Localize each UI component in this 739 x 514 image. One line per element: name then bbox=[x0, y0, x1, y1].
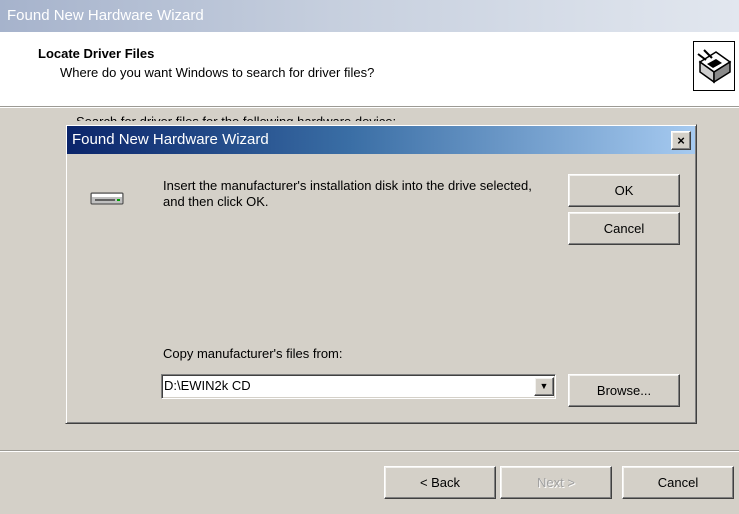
close-icon: × bbox=[677, 133, 685, 148]
browse-button-label: Browse... bbox=[596, 383, 652, 398]
close-button[interactable]: × bbox=[671, 131, 691, 150]
path-dropdown-button[interactable]: ▼ bbox=[534, 377, 554, 396]
chevron-down-icon: ▼ bbox=[539, 381, 549, 391]
dialog-title: Found New Hardware Wizard bbox=[72, 131, 269, 148]
next-button-label: Next > bbox=[537, 475, 575, 490]
dialog-title-bar[interactable]: Found New Hardware Wizard bbox=[67, 126, 695, 154]
browse-button[interactable]: Browse... bbox=[568, 374, 680, 407]
footer-separator bbox=[0, 450, 739, 452]
wizard-cancel-label: Cancel bbox=[657, 475, 699, 490]
ok-button[interactable]: OK bbox=[568, 174, 680, 207]
wizard-subheading: Where do you want Windows to search for … bbox=[60, 65, 375, 80]
insert-disk-message: Insert the manufacturer's installation d… bbox=[163, 178, 532, 209]
outer-title-bar[interactable]: Found New Hardware Wizard bbox=[0, 0, 739, 32]
dialog-cancel-button[interactable]: Cancel bbox=[568, 212, 680, 245]
outer-window-title: Found New Hardware Wizard bbox=[7, 7, 204, 24]
ok-button-label: OK bbox=[614, 183, 634, 198]
next-button[interactable]: Next > bbox=[500, 466, 612, 499]
source-path-value[interactable]: D:\EWIN2k CD bbox=[164, 378, 251, 393]
wizard-heading: Locate Driver Files bbox=[38, 46, 155, 61]
back-button-label: < Back bbox=[419, 475, 461, 490]
obscured-wizard-text: Search for driver files for the followin… bbox=[76, 114, 436, 121]
dialog-cancel-label: Cancel bbox=[603, 221, 645, 236]
wizard-cancel-button[interactable]: Cancel bbox=[622, 466, 734, 499]
disk-drive-icon bbox=[90, 190, 124, 206]
back-button[interactable]: < Back bbox=[384, 466, 496, 499]
copy-files-label: Copy manufacturer's files from: bbox=[163, 346, 343, 361]
hardware-wizard-icon bbox=[693, 41, 735, 91]
